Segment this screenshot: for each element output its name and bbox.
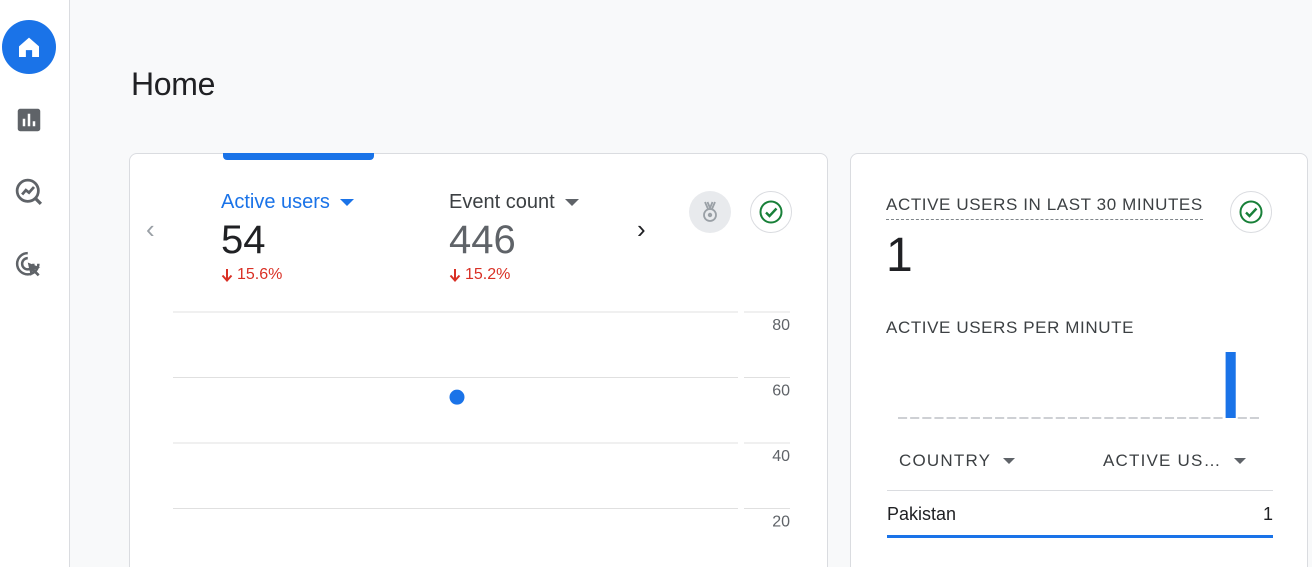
y-tick-label: 20 [772, 514, 790, 531]
status-check-button[interactable] [750, 191, 792, 233]
app: Home ‹ Active users 54 15.6% Event count [0, 0, 1312, 567]
sidebar-item-home[interactable] [2, 20, 56, 74]
column-header-country[interactable]: COUNTRY [899, 451, 1016, 471]
target-cursor-icon [15, 251, 41, 277]
home-icon [19, 37, 39, 57]
data-point [449, 389, 465, 405]
explore-icon [15, 178, 43, 206]
y-tick-label: 40 [772, 448, 790, 465]
realtime-status-check-button[interactable] [1230, 191, 1272, 233]
table-row[interactable]: Pakistan 1 [887, 500, 1273, 538]
column-header-label: COUNTRY [899, 451, 992, 470]
medal-badge[interactable] [689, 191, 731, 233]
sidebar [0, 0, 70, 567]
metric-change-text: 15.2% [465, 266, 511, 283]
page-title: Home [131, 66, 216, 102]
metric-change: 15.6% [221, 266, 354, 284]
column-header-active-users[interactable]: ACTIVE US… [1103, 451, 1246, 471]
metric-active-users[interactable]: Active users 54 15.6% [221, 190, 354, 284]
caret-down-icon [339, 198, 354, 206]
metric-change: 15.2% [449, 266, 579, 284]
metric-label-text: Active users [221, 191, 330, 213]
active-tab-indicator [223, 153, 374, 160]
overview-card: ‹ Active users 54 15.6% Event count 446 [129, 153, 828, 567]
metric-label: Active users [221, 190, 354, 214]
metric-value: 54 [221, 218, 266, 262]
bar-chart-icon [17, 108, 41, 132]
sidebar-item-advertising[interactable] [2, 238, 56, 292]
per-minute-bar [1225, 352, 1236, 418]
row-value: 1 [1262, 504, 1273, 524]
metric-event-count[interactable]: Event count 446 15.2% [449, 190, 579, 284]
check-circle-icon [1239, 200, 1263, 224]
arrow-down-icon [449, 269, 461, 282]
country-table-header: COUNTRY ACTIVE US… [887, 451, 1273, 491]
column-header-label: ACTIVE US… [1103, 451, 1222, 470]
metric-label: Event count [449, 190, 579, 214]
realtime-subtitle: ACTIVE USERS PER MINUTE [886, 318, 1135, 337]
caret-down-icon [564, 198, 579, 206]
metric-value: 446 [449, 218, 516, 262]
check-circle-icon [759, 200, 783, 224]
y-tick-label: 80 [772, 317, 790, 334]
metric-label-text: Event count [449, 191, 555, 213]
medal-icon [703, 201, 717, 222]
realtime-card: ACTIVE USERS IN LAST 30 MINUTES 1 ACTIVE… [850, 153, 1308, 567]
caret-down-icon [1003, 458, 1016, 464]
realtime-title[interactable]: ACTIVE USERS IN LAST 30 MINUTES [886, 195, 1203, 220]
realtime-active-users-value: 1 [886, 229, 913, 282]
arrow-down-icon [221, 269, 233, 282]
active-users-chart: 80 60 40 20 [173, 311, 790, 531]
sidebar-item-explore[interactable] [2, 165, 56, 219]
sidebar-item-reports[interactable] [2, 93, 56, 147]
per-minute-chart [898, 352, 1259, 419]
caret-down-icon [1233, 458, 1246, 464]
prev-metrics-button[interactable]: ‹ [146, 216, 155, 242]
next-metrics-button[interactable]: › [637, 216, 646, 242]
y-tick-label: 60 [772, 383, 790, 400]
row-country: Pakistan [887, 504, 957, 524]
metric-change-text: 15.6% [237, 266, 283, 283]
